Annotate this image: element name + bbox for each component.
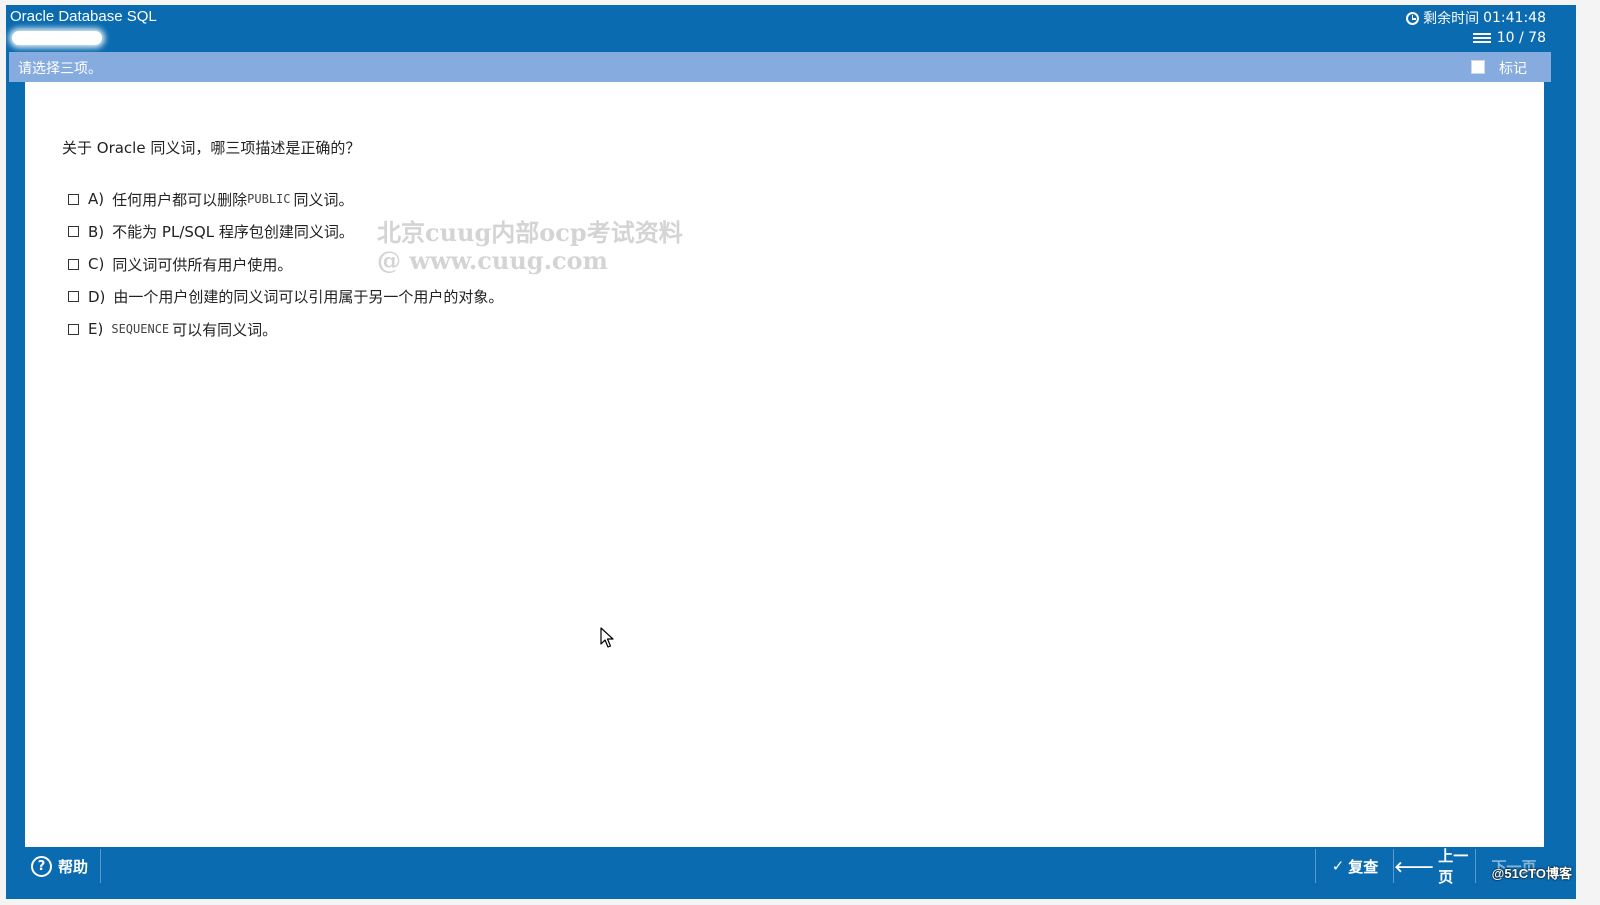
app-title: Oracle Database SQL (10, 8, 157, 25)
progress-count: 10 / 78 (1496, 30, 1546, 46)
option-text: 由一个用户创建的同义词可以引用属于另一个用户的对象。 (113, 288, 504, 307)
option-a[interactable]: A) 任何用户都可以删除 PUBLIC 同义词。 (62, 183, 503, 216)
option-text: 同义词可供所有用户使用。 (112, 255, 293, 274)
help-icon: ? (31, 855, 52, 877)
instruction-bar: 请选择三项。 标记 (9, 52, 1551, 82)
question-panel: 关于 Oracle 同义词，哪三项描述是正确的？ A) 任何用户都可以删除 PU… (25, 82, 1544, 847)
previous-label: 上一页 (1438, 847, 1469, 886)
check-icon: ✓ (1331, 857, 1345, 875)
option-checkbox[interactable] (68, 193, 79, 205)
option-letter: A) (88, 190, 105, 209)
timer-label: 剩余时间 (1423, 11, 1480, 27)
review-button[interactable]: ✓ 复查 (1315, 849, 1394, 883)
help-label: 帮助 (58, 857, 89, 876)
option-checkbox[interactable] (68, 258, 79, 270)
option-text-suffix: 同义词。 (293, 190, 354, 209)
blog-watermark: @51CTO博客 (1491, 866, 1572, 881)
option-letter: B) (88, 222, 105, 241)
header: Oracle Database SQL 剩余时间 01:41:48 10 / 7… (6, 5, 1576, 51)
instruction-text: 请选择三项。 (18, 61, 102, 77)
previous-button[interactable]: 🡐 上一页 (1393, 847, 1476, 886)
watermark-line-2: @ www.cuug.com (377, 246, 608, 275)
option-checkbox[interactable] (68, 323, 79, 335)
mouse-cursor-icon (600, 627, 614, 648)
option-text: 任何用户都可以删除 (112, 190, 248, 209)
watermark: 北京cuug内部ocp考试资料 @ www.cuug.com (377, 219, 683, 275)
option-code: SEQUENCE (111, 322, 170, 337)
footer-toolbar: ? 帮助 ✓ 复查 🡐 上一页 下一页 @51CTO博客 (25, 847, 1576, 887)
clock-icon (1406, 11, 1420, 25)
option-text: 不能为 PL/SQL 程序包创建同义词。 (112, 223, 354, 242)
watermark-line-1: 北京cuug内部ocp考试资料 (377, 218, 683, 247)
mark-checkbox[interactable] (1471, 60, 1485, 74)
question-progress: 10 / 78 (1472, 30, 1546, 46)
mark-label[interactable]: 标记 (1499, 58, 1527, 78)
option-letter: D) (88, 287, 106, 306)
option-letter: E) (88, 320, 104, 339)
help-button[interactable]: ? 帮助 (25, 849, 101, 883)
option-text-suffix: 可以有同义词。 (172, 320, 278, 339)
redacted-username (12, 31, 102, 45)
option-checkbox[interactable] (68, 226, 79, 238)
question-text: 关于 Oracle 同义词，哪三项描述是正确的？ (62, 139, 361, 157)
option-checkbox[interactable] (68, 291, 79, 303)
list-icon (1472, 33, 1491, 43)
arrow-left-icon: 🡐 (1394, 857, 1435, 876)
exam-window: Oracle Database SQL 剩余时间 01:41:48 10 / 7… (6, 5, 1576, 899)
option-code: PUBLIC (247, 192, 291, 207)
option-d[interactable]: D) 由一个用户创建的同义词可以引用属于另一个用户的对象。 (62, 281, 503, 314)
option-e[interactable]: E) SEQUENCE 可以有同义词。 (62, 313, 503, 346)
timer: 剩余时间 01:41:48 (1406, 8, 1546, 28)
review-label: 复查 (1348, 857, 1379, 876)
option-letter: C) (88, 255, 105, 274)
timer-value: 01:41:48 (1483, 10, 1546, 26)
